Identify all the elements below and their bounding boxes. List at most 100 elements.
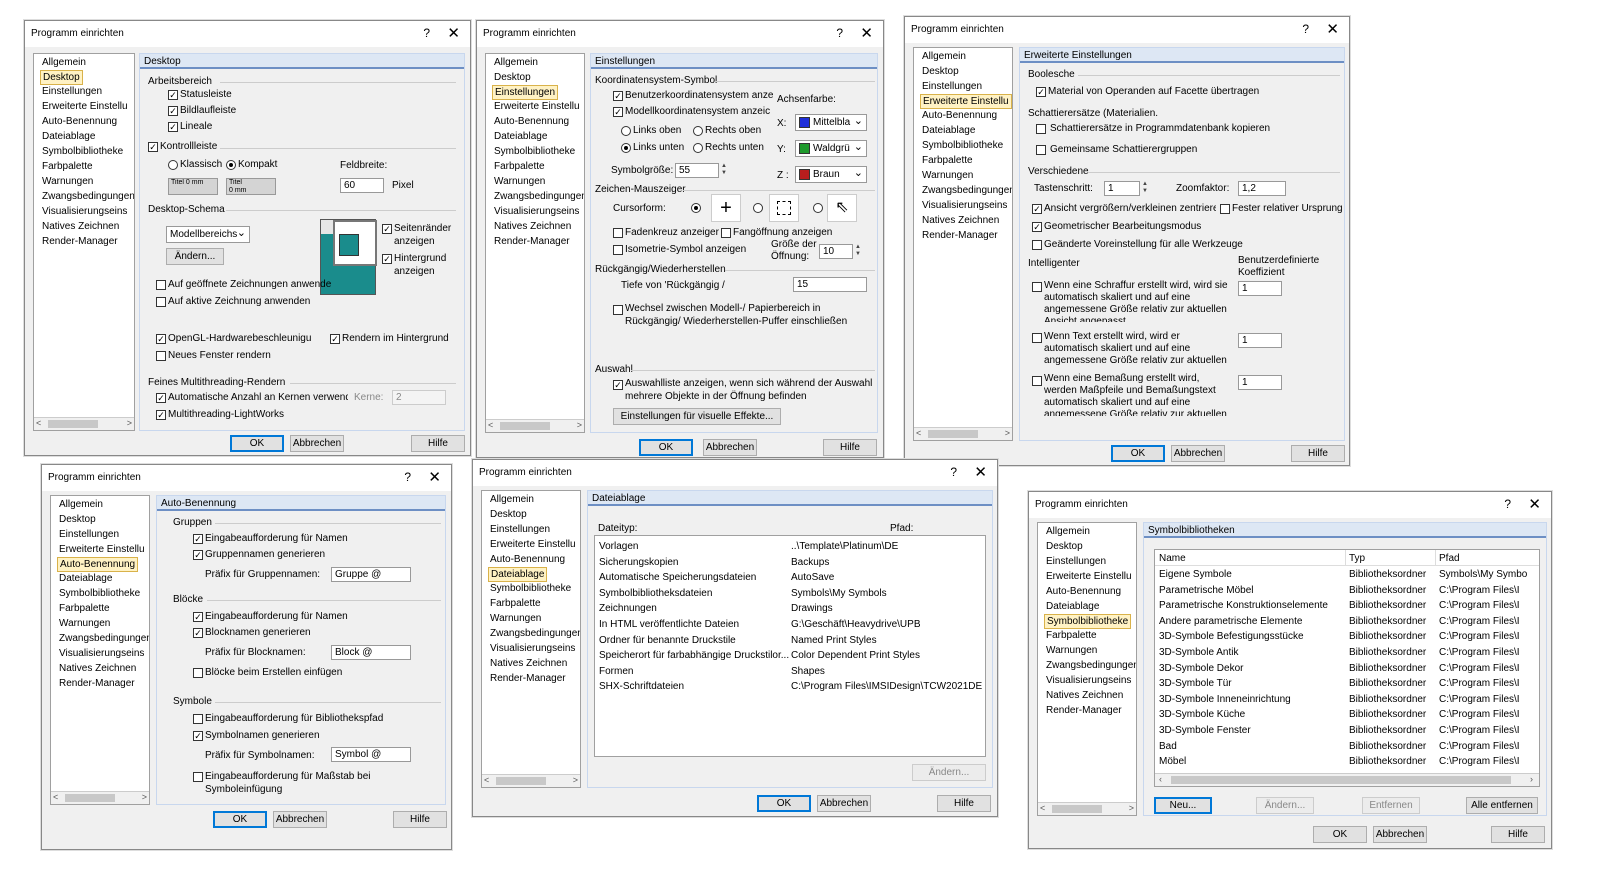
praefix-symbol-input[interactable]: Symbol @ [331, 747, 411, 762]
ok-button[interactable]: OK [213, 811, 267, 828]
col-typ-header[interactable]: Typ [1349, 553, 1365, 564]
schema-dropdown[interactable]: Modellbereichs [166, 226, 250, 243]
rechts-unten-radio[interactable] [693, 143, 703, 153]
nav-item-desktop[interactable]: Desktop [57, 513, 98, 526]
benutzerkoord-checkbox[interactable]: ✓ [613, 91, 623, 101]
table-row[interactable]: Vorlagen ..\Template\Platinum\DE [595, 540, 985, 555]
fangoeffnung-checkbox[interactable] [721, 228, 731, 238]
table-row[interactable]: Möbel Bibliotheksordner C:\Program Files\I [1155, 755, 1539, 770]
geaendert-checkbox[interactable] [1032, 240, 1042, 250]
hilfe-button[interactable]: Hilfe [411, 435, 465, 452]
hilfe-button[interactable]: Hilfe [1491, 826, 1545, 843]
nav-item-symbolbibliotheken[interactable]: Symbolbibliotheke [488, 582, 573, 595]
ok-button[interactable]: OK [230, 435, 284, 452]
nav-item-auto-benennung[interactable]: Auto-Benennung [40, 115, 119, 128]
opengl-checkbox[interactable]: ✓ [156, 334, 166, 344]
seitenraender-checkbox[interactable]: ✓ [382, 224, 392, 234]
nav-item-farbpalette[interactable]: Farbpalette [492, 160, 547, 173]
table-row[interactable]: 3D-Symbole Tür Bibliotheksordner C:\Progra… [1155, 677, 1539, 692]
nav-item-symbolbibliotheken[interactable]: Symbolbibliotheke [57, 587, 142, 600]
nav-item-erweitert[interactable]: Erweiterte Einstellu [492, 100, 582, 113]
render-hintergrund-checkbox[interactable]: ✓ [330, 334, 340, 344]
table-scrollbar[interactable]: ‹ › [1155, 773, 1539, 786]
nav-item-auto-benennung[interactable]: Auto-Benennung [492, 115, 571, 128]
nav-item-warnungen[interactable]: Warnungen [57, 617, 112, 630]
nav-item-dateiablage[interactable]: Dateiablage [492, 130, 549, 143]
ok-button[interactable]: OK [757, 795, 811, 812]
nav-item-visualisierung[interactable]: Visualisierungseins [492, 205, 581, 218]
nav-item-allgemein[interactable]: Allgemein [492, 56, 540, 69]
table-row[interactable]: Zeichnungen Drawings [595, 602, 985, 617]
nav-item-desktop[interactable]: Desktop [920, 65, 961, 78]
nav-item-visualisierung[interactable]: Visualisierungseins [920, 199, 1009, 212]
achse-y-color-dropdown[interactable]: Waldgrü [795, 140, 867, 157]
table-row[interactable]: Automatische Speicherungsdateien AutoSave [595, 571, 985, 586]
help-icon[interactable]: ? [404, 470, 411, 484]
neues-fenster-checkbox[interactable] [156, 351, 166, 361]
nav-item-symbolbibliotheken[interactable]: Symbolbibliotheke [920, 139, 1005, 152]
statusleiste-checkbox[interactable]: ✓ [168, 90, 178, 100]
nav-item-visualisierung[interactable]: Visualisierungseins [40, 205, 129, 218]
feldbreite-input[interactable]: 60 [340, 178, 384, 193]
nav-item-zwangsbedingungen[interactable]: Zwangsbedingungen [1044, 659, 1136, 672]
aendern-button[interactable]: Ändern... [912, 764, 986, 781]
cancel-button[interactable]: Abbrechen [290, 435, 344, 452]
text-checkbox[interactable] [1032, 333, 1042, 343]
oeffnung-spinner[interactable]: ▲ ▼ [855, 244, 865, 258]
nav-item-natives-zeichnen[interactable]: Natives Zeichnen [488, 657, 569, 670]
entfernen-button[interactable]: Entfernen [1362, 797, 1420, 814]
nav-item-natives-zeichnen[interactable]: Natives Zeichnen [1044, 689, 1125, 702]
nav-item-natives-zeichnen[interactable]: Natives Zeichnen [920, 214, 1001, 227]
oeffnung-input[interactable]: 10 [819, 244, 853, 259]
text-koeff-input[interactable]: 1 [1238, 333, 1282, 348]
nav-item-farbpalette[interactable]: Farbpalette [1044, 629, 1099, 642]
nav-item-visualisierung[interactable]: Visualisierungseins [57, 647, 146, 660]
praefix-gruppen-input[interactable]: Gruppe @ [331, 567, 411, 582]
tastenschritt-spinner[interactable]: ▲ ▼ [1142, 181, 1152, 195]
nav-item-render-manager[interactable]: Render-Manager [488, 672, 568, 685]
nav-item-warnungen[interactable]: Warnungen [920, 169, 975, 182]
kompakt-preview[interactable]: Titel 0 mm [226, 178, 276, 195]
nav-item-dateiablage[interactable]: Dateiablage [920, 124, 977, 137]
nav-item-natives-zeichnen[interactable]: Natives Zeichnen [40, 220, 121, 233]
nav-item-natives-zeichnen[interactable]: Natives Zeichnen [57, 662, 138, 675]
nav-item-zwangsbedingungen[interactable]: Zwangsbedingungen [488, 627, 580, 640]
nav-item-erweitert[interactable]: Erweiterte Einstellu [1044, 570, 1134, 583]
lineale-checkbox[interactable]: ✓ [168, 122, 178, 132]
kerne-input[interactable]: 2 [392, 390, 446, 405]
bemassung-koeff-input[interactable]: 1 [1238, 375, 1282, 390]
nav-item-render-manager[interactable]: Render-Manager [1044, 704, 1124, 717]
tree-scrollbar[interactable]: < > [486, 419, 584, 432]
table-row[interactable]: 3D-Symbole Antik Bibliotheksordner C:\Prog… [1155, 646, 1539, 661]
nav-item-visualisierung[interactable]: Visualisierungseins [1044, 674, 1133, 687]
nav-item-einstellungen[interactable]: Einstellungen [57, 528, 121, 541]
nav-item-farbpalette[interactable]: Farbpalette [40, 160, 95, 173]
hintergrund-checkbox[interactable]: ✓ [382, 254, 392, 264]
table-row[interactable]: 3D-Symbole Inneneinrichtung Bibliotheksor… [1155, 693, 1539, 708]
nav-item-zwangsbedingungen[interactable]: Zwangsbedingungen [40, 190, 134, 203]
modellkoord-checkbox[interactable]: ✓ [613, 107, 623, 117]
cursor-fang-radio[interactable] [753, 203, 763, 213]
hilfe-button[interactable]: Hilfe [393, 811, 447, 828]
table-row[interactable]: Speicherort für farbabhängige Druckstilo… [595, 649, 985, 664]
nav-item-dateiablage[interactable]: Dateiablage [57, 572, 114, 585]
alle-entfernen-button[interactable]: Alle entfernen [1466, 797, 1538, 814]
rechts-oben-radio[interactable] [693, 126, 703, 136]
bibliothekspfad-checkbox[interactable] [193, 714, 203, 724]
nav-item-allgemein[interactable]: Allgemein [920, 50, 968, 63]
nav-item-warnungen[interactable]: Warnungen [1044, 644, 1099, 657]
nav-item-auto-benennung[interactable]: Auto-Benennung [920, 109, 999, 122]
nav-item-render-manager[interactable]: Render-Manager [920, 229, 1000, 242]
nav-item-zwangsbedingungen[interactable]: Zwangsbedingungen [920, 184, 1012, 197]
nav-item-allgemein[interactable]: Allgemein [40, 56, 88, 69]
table-row[interactable]: In HTML veröffentlichte Dateien G:\Geschä… [595, 618, 985, 633]
nav-item-render-manager[interactable]: Render-Manager [57, 677, 137, 690]
nav-item-natives-zeichnen[interactable]: Natives Zeichnen [492, 220, 573, 233]
nav-item-auto-benennung[interactable]: Auto-Benennung [1044, 585, 1123, 598]
table-row[interactable]: 3D-Symbole Befestigungsstücke Bibliotheks… [1155, 630, 1539, 645]
hilfe-button[interactable]: Hilfe [937, 795, 991, 812]
nav-item-erweitert[interactable]: Erweiterte Einstellu [57, 543, 147, 556]
table-row[interactable]: 3D-Symbole Küche Bibliotheksordner C:\Prog… [1155, 708, 1539, 723]
nav-item-symbolbibliotheken[interactable]: Symbolbibliotheke [40, 145, 125, 158]
help-icon[interactable]: ? [836, 26, 843, 40]
